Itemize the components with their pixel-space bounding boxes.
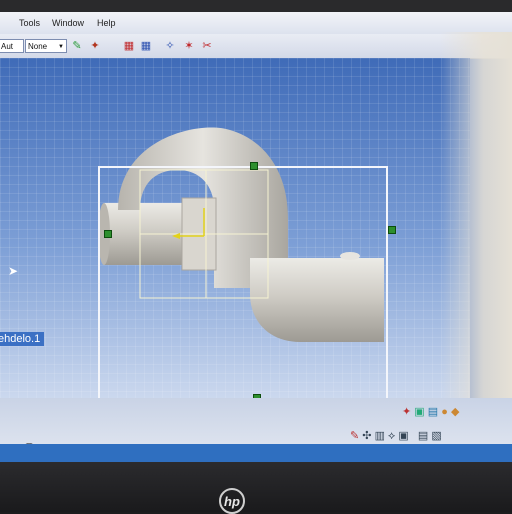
view-toolbar-upper: ✦ ▣ ▤ ● ◆ bbox=[402, 404, 459, 420]
3d-viewport[interactable]: ➤ ehdelo.1 bbox=[0, 58, 470, 402]
grid-display-icon[interactable]: ▦ bbox=[139, 39, 153, 53]
light-icon[interactable]: ● bbox=[441, 406, 448, 418]
hp-logo: hp bbox=[219, 488, 245, 514]
selection-box[interactable] bbox=[98, 166, 388, 400]
chevron-down-icon: ▼ bbox=[58, 44, 64, 50]
selection-handle-top[interactable] bbox=[250, 162, 258, 170]
render-icon[interactable]: ✦ bbox=[402, 406, 411, 418]
filter-icon[interactable]: ▧ bbox=[431, 430, 441, 442]
material-icon[interactable]: ◆ bbox=[451, 406, 459, 418]
delete-tool-icon[interactable]: ✂ bbox=[200, 39, 214, 53]
screen-glare bbox=[440, 32, 512, 412]
menu-help[interactable]: Help bbox=[97, 18, 116, 28]
screen: Tools Window Help Aut None ▼ ✎ ✦ ▦ ▦ ✧ ✶… bbox=[0, 12, 512, 462]
screen-bezel-top bbox=[0, 0, 512, 12]
menu-window[interactable]: Window bbox=[52, 18, 84, 28]
tree-node-selected[interactable]: ehdelo.1 bbox=[0, 332, 45, 346]
link-tool-icon[interactable]: ✶ bbox=[182, 39, 196, 53]
properties-icon[interactable]: ▣ bbox=[398, 430, 408, 442]
menu-bar: Tools Window Help bbox=[0, 12, 512, 34]
snap-icon[interactable]: ✎ bbox=[350, 430, 359, 442]
status-bar bbox=[0, 444, 512, 462]
catalog-icon[interactable]: ▤ bbox=[418, 430, 428, 442]
style-combo[interactable]: Aut bbox=[0, 39, 24, 53]
menu-tools[interactable]: Tools bbox=[19, 18, 40, 28]
selection-handle-left[interactable] bbox=[104, 230, 112, 238]
linetype-combo[interactable]: None ▼ bbox=[25, 39, 67, 53]
linetype-combo-value: None bbox=[28, 42, 48, 51]
screen-bezel-bottom bbox=[0, 462, 512, 512]
tools-toolbar: ✎ ✣ ▥ ⟡ ▣ ▤ ▧ bbox=[350, 428, 442, 444]
mouse-pointer-icon: ➤ bbox=[8, 264, 19, 278]
paint-brush-icon[interactable]: ✎ bbox=[70, 39, 84, 53]
grid-icon[interactable]: ▥ bbox=[375, 430, 385, 442]
style-combo-value: Aut bbox=[1, 42, 14, 51]
layer-icon[interactable]: ▤ bbox=[428, 406, 438, 418]
toolbar: Aut None ▼ ✎ ✦ ▦ ▦ ✧ ✶ ✂ bbox=[0, 34, 512, 59]
measure-item-icon[interactable]: ⟡ bbox=[388, 430, 395, 442]
selection-handle-right[interactable] bbox=[388, 226, 396, 234]
apply-material-icon[interactable]: ✦ bbox=[88, 39, 102, 53]
select-tool-icon[interactable]: ✧ bbox=[163, 39, 177, 53]
grid-snap-icon[interactable]: ▦ bbox=[122, 39, 136, 53]
camera-icon[interactable]: ▣ bbox=[414, 406, 424, 418]
compass-icon[interactable]: ✣ bbox=[362, 430, 371, 442]
